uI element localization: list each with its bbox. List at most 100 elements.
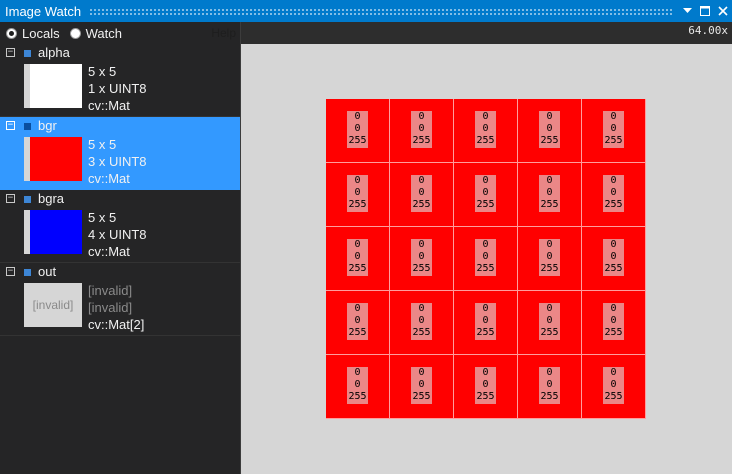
variable-item-bgr[interactable]: − bgr 5 x 5 3 x UINT8 cv::Mat xyxy=(0,117,240,190)
title-bar[interactable]: Image Watch xyxy=(0,0,732,22)
variable-thumbnail[interactable]: [invalid] xyxy=(24,283,82,327)
pixel-cell[interactable]: 0 0 255 xyxy=(518,227,582,291)
pixel-cell[interactable]: 0 0 255 xyxy=(518,291,582,355)
variable-info: 5 x 5 4 x UINT8 cv::Mat xyxy=(88,209,147,260)
channel-value: 255 xyxy=(412,135,431,146)
pixel-value-label: 0 0 255 xyxy=(603,367,624,404)
channel-value: 0 xyxy=(546,175,553,186)
pixel-cell[interactable]: 0 0 255 xyxy=(390,99,454,163)
channel-value: 255 xyxy=(540,263,559,274)
pixel-cell[interactable]: 0 0 255 xyxy=(326,163,390,227)
pixel-value-label: 0 0 255 xyxy=(411,239,432,276)
channel-value: 0 xyxy=(546,303,553,314)
help-link[interactable]: Help xyxy=(211,26,236,40)
pixel-value-label: 0 0 255 xyxy=(475,303,496,340)
zoom-level: 64.00x xyxy=(688,24,728,37)
channel-value: 0 xyxy=(610,303,617,314)
variable-thumbnail[interactable] xyxy=(24,210,82,254)
pixel-cell[interactable]: 0 0 255 xyxy=(390,291,454,355)
channel-value: 0 xyxy=(610,379,617,390)
pixel-cell[interactable]: 0 0 255 xyxy=(454,227,518,291)
variable-class: cv::Mat xyxy=(88,171,130,186)
pixel-cell[interactable]: 0 0 255 xyxy=(582,99,646,163)
pixel-value-label: 0 0 255 xyxy=(411,175,432,212)
channel-value: 0 xyxy=(546,187,553,198)
pixel-cell[interactable]: 0 0 255 xyxy=(582,163,646,227)
pixel-cell[interactable]: 0 0 255 xyxy=(326,355,390,419)
pixel-cell[interactable]: 0 0 255 xyxy=(326,99,390,163)
pixel-value-label: 0 0 255 xyxy=(347,111,368,148)
pixel-value-label: 0 0 255 xyxy=(347,367,368,404)
pixel-cell[interactable]: 0 0 255 xyxy=(454,99,518,163)
variable-item-out[interactable]: − out [invalid] [invalid] [invalid] cv::… xyxy=(0,263,240,336)
pixel-cell[interactable]: 0 0 255 xyxy=(390,355,454,419)
channel-value: 0 xyxy=(418,379,425,390)
pixel-value-label: 0 0 255 xyxy=(347,303,368,340)
collapse-box-icon[interactable]: − xyxy=(6,48,15,57)
watch-label[interactable]: Watch xyxy=(86,26,122,41)
channel-value: 0 xyxy=(482,111,489,122)
channel-value: 0 xyxy=(482,239,489,250)
channel-value: 0 xyxy=(610,175,617,186)
pixel-cell[interactable]: 0 0 255 xyxy=(326,227,390,291)
title-grip[interactable] xyxy=(89,7,672,15)
channel-value: 0 xyxy=(418,187,425,198)
channel-value: 0 xyxy=(610,239,617,250)
dropdown-icon[interactable] xyxy=(678,0,696,22)
variable-thumbnail[interactable] xyxy=(24,64,82,108)
variable-dims: 5 x 5 xyxy=(88,210,117,225)
variable-item-bgra[interactable]: − bgra 5 x 5 4 x UINT8 cv::Mat xyxy=(0,190,240,263)
collapse-box-icon[interactable]: − xyxy=(6,267,15,276)
pixel-cell[interactable]: 0 0 255 xyxy=(518,99,582,163)
channel-value: 0 xyxy=(482,187,489,198)
channel-value: 255 xyxy=(412,391,431,402)
pixel-value-label: 0 0 255 xyxy=(347,239,368,276)
image-viewer[interactable]: 64.00x 0 0 255 0 0 255 0 0 255 0 0 255 0 0 255 0 0 255 0 0 2… xyxy=(241,22,732,474)
watch-radio[interactable] xyxy=(69,27,81,39)
variable-dims: 5 x 5 xyxy=(88,64,117,79)
pixel-value-label: 0 0 255 xyxy=(539,239,560,276)
variable-name: bgr xyxy=(38,118,57,133)
channel-value: 0 xyxy=(482,303,489,314)
variable-thumbnail[interactable] xyxy=(24,137,82,181)
collapse-box-icon[interactable]: − xyxy=(6,194,15,203)
channel-value: 0 xyxy=(482,175,489,186)
pixel-value-label: 0 0 255 xyxy=(603,175,624,212)
locals-label[interactable]: Locals xyxy=(22,26,60,41)
channel-value: 0 xyxy=(354,175,361,186)
pixel-cell[interactable]: 0 0 255 xyxy=(454,291,518,355)
channel-value: 255 xyxy=(540,327,559,338)
pixel-cell[interactable]: 0 0 255 xyxy=(518,355,582,419)
variables-panel: Locals Watch Help − alpha 5 x 5 1 x UINT… xyxy=(0,22,240,474)
variable-info: 5 x 5 3 x UINT8 cv::Mat xyxy=(88,136,147,187)
pixel-cell[interactable]: 0 0 255 xyxy=(326,291,390,355)
channel-value: 0 xyxy=(354,367,361,378)
channel-value: 0 xyxy=(610,315,617,326)
variable-type: [invalid] xyxy=(88,300,133,315)
pixel-cell[interactable]: 0 0 255 xyxy=(518,163,582,227)
pixel-cell[interactable]: 0 0 255 xyxy=(390,163,454,227)
channel-value: 255 xyxy=(348,327,367,338)
pixel-cell[interactable]: 0 0 255 xyxy=(582,227,646,291)
pixel-cell[interactable]: 0 0 255 xyxy=(454,355,518,419)
pixel-value-label: 0 0 255 xyxy=(411,111,432,148)
variable-item-alpha[interactable]: − alpha 5 x 5 1 x UINT8 cv::Mat xyxy=(0,44,240,117)
channel-value: 255 xyxy=(348,199,367,210)
channel-value: 255 xyxy=(540,135,559,146)
variable-square-icon xyxy=(24,269,31,276)
close-icon[interactable] xyxy=(714,0,732,22)
channel-value: 0 xyxy=(610,111,617,122)
pixel-cell[interactable]: 0 0 255 xyxy=(390,227,454,291)
pixel-cell[interactable]: 0 0 255 xyxy=(582,355,646,419)
pixel-value-label: 0 0 255 xyxy=(539,175,560,212)
pixel-value-label: 0 0 255 xyxy=(347,175,368,212)
maximize-icon[interactable] xyxy=(696,0,714,22)
scope-toolbar: Locals Watch Help xyxy=(0,22,240,44)
pixel-grid[interactable]: 0 0 255 0 0 255 0 0 255 0 0 255 0 0 255 0 0 255 0 0 255 0 0 255… xyxy=(326,99,646,419)
pixel-cell[interactable]: 0 0 255 xyxy=(582,291,646,355)
pixel-cell[interactable]: 0 0 255 xyxy=(454,163,518,227)
locals-radio[interactable] xyxy=(6,27,17,39)
collapse-box-icon[interactable]: − xyxy=(6,121,15,130)
channel-value: 0 xyxy=(418,251,425,262)
channel-value: 0 xyxy=(610,187,617,198)
